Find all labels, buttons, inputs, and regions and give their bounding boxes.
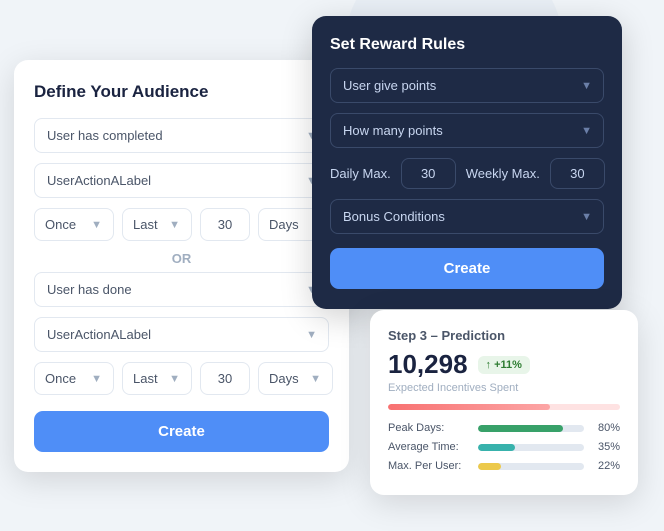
- avg-time-bar-fill: [478, 444, 515, 451]
- audience-row2: UserActionALabel ▼: [34, 163, 329, 198]
- audience-row1: User has completed ▼: [34, 118, 329, 153]
- max-per-user-bar-fill: [478, 463, 501, 470]
- last2-select[interactable]: Last: [122, 362, 192, 395]
- audience-create-button[interactable]: Create: [34, 411, 329, 452]
- last-select[interactable]: Last: [122, 208, 192, 241]
- reward-title: Set Reward Rules: [330, 36, 604, 54]
- prediction-card: Step 3 – Prediction 10,298 ↑ +11% Expect…: [370, 310, 638, 495]
- audience-row4: User has done ▼: [34, 272, 329, 307]
- days2-select[interactable]: Days: [258, 362, 333, 395]
- audience-row6: Once ▼ Last ▼ Days ▼: [34, 362, 329, 395]
- last2-wrap: Last ▼: [122, 362, 192, 395]
- incentives-bar: [388, 404, 620, 410]
- user-done-select[interactable]: User has done: [34, 272, 329, 307]
- peak-days-bar-fill: [478, 425, 563, 432]
- reward-max-row: Daily Max. Weekly Max.: [330, 158, 604, 189]
- days2-wrap: Days ▼: [258, 362, 333, 395]
- prediction-badge: ↑ +11%: [478, 356, 530, 374]
- prediction-title: Step 3 – Prediction: [388, 328, 620, 343]
- avg-time-label: Average Time:: [388, 441, 470, 453]
- user-action-a-select[interactable]: UserActionALabel: [34, 163, 329, 198]
- once2-select[interactable]: Once: [34, 362, 114, 395]
- weekly-max-input[interactable]: [550, 158, 605, 189]
- reward-row1: User give points ▼: [330, 68, 604, 103]
- user-completed-select[interactable]: User has completed: [34, 118, 329, 153]
- avg-time-pct: 35%: [592, 441, 620, 453]
- reward-card: Set Reward Rules User give points ▼ How …: [312, 16, 622, 309]
- incentives-bar-fill: [388, 404, 550, 410]
- peak-days-label: Peak Days:: [388, 422, 470, 434]
- max-per-user-row: Max. Per User: 22%: [388, 460, 620, 472]
- user-action-b-select[interactable]: UserActionALabel: [34, 317, 329, 352]
- last-wrap: Last ▼: [122, 208, 192, 241]
- incentives-bar-bg: [388, 404, 620, 410]
- audience-row3: Once ▼ Last ▼ Days ▼: [34, 208, 329, 241]
- max-per-user-pct: 22%: [592, 460, 620, 472]
- reward-row2: How many points ▼: [330, 113, 604, 148]
- peak-days-row: Peak Days: 80%: [388, 422, 620, 434]
- days2-number-input[interactable]: [200, 362, 250, 395]
- avg-time-row: Average Time: 35%: [388, 441, 620, 453]
- bonus-conditions-select[interactable]: Bonus Conditions: [330, 199, 604, 234]
- or-divider: OR: [34, 251, 329, 266]
- once-select[interactable]: Once: [34, 208, 114, 241]
- daily-max-label: Daily Max.: [330, 166, 391, 181]
- once-wrap: Once ▼: [34, 208, 114, 241]
- avg-time-bar-bg: [478, 444, 584, 451]
- prediction-sub: Expected Incentives Spent: [388, 382, 620, 394]
- peak-days-pct: 80%: [592, 422, 620, 434]
- audience-row5: UserActionALabel ▼: [34, 317, 329, 352]
- once2-wrap: Once ▼: [34, 362, 114, 395]
- reward-row3: Bonus Conditions ▼: [330, 199, 604, 234]
- give-points-select[interactable]: User give points: [330, 68, 604, 103]
- how-many-points-select[interactable]: How many points: [330, 113, 604, 148]
- days-number-input[interactable]: [200, 208, 250, 241]
- prediction-number: 10,298: [388, 349, 468, 380]
- daily-max-input[interactable]: [401, 158, 456, 189]
- peak-days-bar-bg: [478, 425, 584, 432]
- audience-title: Define Your Audience: [34, 82, 329, 102]
- max-per-user-bar-bg: [478, 463, 584, 470]
- max-per-user-label: Max. Per User:: [388, 460, 470, 472]
- weekly-max-label: Weekly Max.: [466, 166, 540, 181]
- reward-create-button[interactable]: Create: [330, 248, 604, 289]
- audience-card: Define Your Audience User has completed …: [14, 60, 349, 472]
